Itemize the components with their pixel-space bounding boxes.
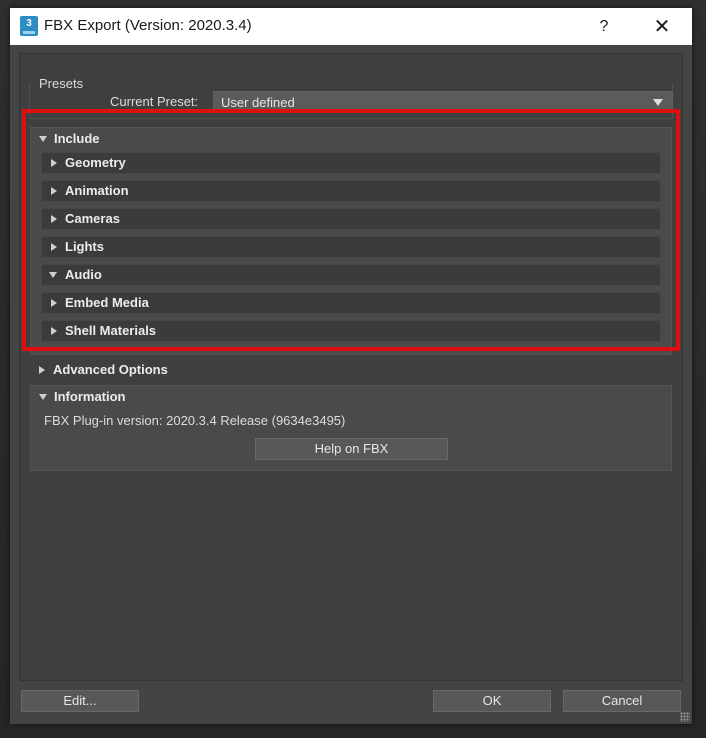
include-rollout-title: Include xyxy=(54,131,100,146)
include-rollout: Include Geometry Animation Cameras Light… xyxy=(30,127,672,355)
include-item-shell-materials[interactable]: Shell Materials xyxy=(41,320,661,342)
include-item-cameras[interactable]: Cameras xyxy=(41,208,661,230)
include-item-label: Cameras xyxy=(65,211,120,226)
expand-arrow-icon xyxy=(39,136,47,142)
information-rollout: Information FBX Plug-in version: 2020.3.… xyxy=(30,385,672,471)
include-item-audio[interactable]: Audio xyxy=(41,264,661,286)
edit-button[interactable]: Edit... xyxy=(21,690,139,712)
include-rollout-header[interactable]: Include xyxy=(31,128,671,150)
information-title: Information xyxy=(54,389,126,404)
advanced-options-header[interactable]: Advanced Options xyxy=(30,359,672,381)
help-on-fbx-button[interactable]: Help on FBX xyxy=(255,438,448,460)
expand-arrow-icon xyxy=(49,272,57,278)
collapse-arrow-icon xyxy=(51,187,57,195)
include-item-label: Geometry xyxy=(65,155,126,170)
collapse-arrow-icon xyxy=(51,159,57,167)
window-title: FBX Export (Version: 2020.3.4) xyxy=(44,17,252,34)
fbx-export-dialog: 3 FBX Export (Version: 2020.3.4) ? ✕ Pre… xyxy=(10,8,692,724)
collapse-arrow-icon xyxy=(51,243,57,251)
include-item-label: Animation xyxy=(65,183,129,198)
resize-grip-icon[interactable] xyxy=(680,712,690,722)
include-item-embed-media[interactable]: Embed Media xyxy=(41,292,661,314)
app-icon: 3 xyxy=(20,16,38,36)
cancel-button[interactable]: Cancel xyxy=(563,690,681,712)
collapse-arrow-icon xyxy=(51,327,57,335)
ok-button[interactable]: OK xyxy=(433,690,551,712)
presets-group: Presets Current Preset: User defined xyxy=(29,64,673,119)
include-item-label: Audio xyxy=(65,267,102,282)
presets-group-label: Presets xyxy=(39,76,84,91)
collapse-arrow-icon xyxy=(39,366,45,374)
current-preset-label: Current Preset: xyxy=(110,94,199,109)
advanced-options-title: Advanced Options xyxy=(53,362,168,377)
include-item-label: Lights xyxy=(65,239,104,254)
advanced-options-rollout: Advanced Options xyxy=(30,359,672,381)
help-button[interactable]: ? xyxy=(582,12,626,42)
include-item-lights[interactable]: Lights xyxy=(41,236,661,258)
title-bar[interactable]: 3 FBX Export (Version: 2020.3.4) ? ✕ xyxy=(10,8,692,45)
current-preset-value: User defined xyxy=(221,95,295,110)
expand-arrow-icon xyxy=(39,394,47,400)
close-button[interactable]: ✕ xyxy=(640,12,684,42)
collapse-arrow-icon xyxy=(51,215,57,223)
include-item-geometry[interactable]: Geometry xyxy=(41,152,661,174)
dialog-content: Presets Current Preset: User defined Inc… xyxy=(19,53,683,681)
collapse-arrow-icon xyxy=(51,299,57,307)
plugin-version-text: FBX Plug-in version: 2020.3.4 Release (9… xyxy=(44,413,346,428)
include-item-label: Shell Materials xyxy=(65,323,157,338)
include-item-animation[interactable]: Animation xyxy=(41,180,661,202)
dropdown-arrow-icon xyxy=(653,99,663,106)
current-preset-dropdown[interactable]: User defined xyxy=(213,91,673,112)
information-header[interactable]: Information xyxy=(31,386,671,408)
include-item-label: Embed Media xyxy=(65,295,149,310)
